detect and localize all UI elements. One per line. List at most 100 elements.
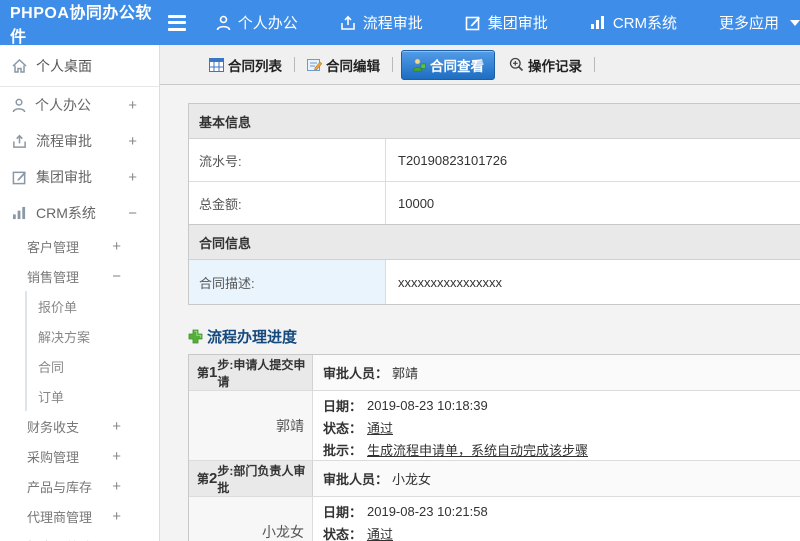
step-header-row: 第 1 步:申请人提交申请 审批人员： 郭靖 bbox=[189, 355, 800, 391]
sidebar-item-personal-office[interactable]: 个人办公 + bbox=[0, 87, 159, 123]
basic-info-table: 基本信息 流水号: T20190823101726 总金额: 10000 bbox=[188, 103, 800, 225]
collapse-icon[interactable]: − bbox=[128, 205, 137, 222]
sidebar-item-reports[interactable]: 报表与统计 bbox=[0, 531, 159, 541]
basic-info-header: 基本信息 bbox=[189, 104, 800, 139]
approver-name: 小龙女 bbox=[392, 472, 432, 487]
sidebar-item-label: 个人桌面 bbox=[36, 57, 92, 74]
sidebar-item-label: 个人办公 bbox=[35, 97, 91, 113]
top-bar: PHPOA协同办公软件 个人办公 流程审批 集团审批 CRM系统 更多应用 bbox=[0, 0, 800, 46]
user-icon bbox=[12, 98, 26, 112]
tab-label: 合同列表 bbox=[228, 58, 282, 74]
tab-contract-list[interactable]: 合同列表 bbox=[205, 51, 286, 79]
approver-name-cell: 小龙女 bbox=[189, 497, 313, 541]
tab-separator bbox=[392, 57, 393, 72]
hamburger-menu-icon[interactable] bbox=[167, 14, 186, 31]
sidebar-item-customer-mgmt[interactable]: 客户管理 + bbox=[0, 231, 159, 261]
expand-icon[interactable]: + bbox=[128, 169, 137, 186]
expand-icon[interactable]: + bbox=[112, 418, 121, 435]
sidebar-item-label: 报价单 bbox=[38, 299, 78, 315]
approver-label: 审批人员： bbox=[323, 472, 389, 487]
edit-doc-icon bbox=[307, 58, 322, 71]
sidebar-item-solution[interactable]: 解决方案 bbox=[25, 321, 159, 351]
tab-operation-log[interactable]: 操作记录 bbox=[505, 51, 586, 79]
contract-info-table: 合同信息 合同描述: xxxxxxxxxxxxxxxx bbox=[188, 225, 800, 305]
sidebar-item-sales-mgmt[interactable]: 销售管理 − bbox=[0, 261, 159, 291]
nav-crm-system[interactable]: CRM系统 bbox=[590, 12, 677, 33]
process-table: 第 1 步:申请人提交申请 审批人员： 郭靖 郭靖 日期： 2019-08-23 10… bbox=[188, 354, 800, 541]
tab-contract-view[interactable]: 合同查看 bbox=[401, 49, 495, 80]
person-view-icon bbox=[412, 58, 426, 71]
comment-value: 生成流程申请单，系统自动完成该步骤 bbox=[367, 442, 589, 458]
expand-icon[interactable]: + bbox=[112, 238, 121, 255]
sidebar-item-label: 采购管理 bbox=[27, 449, 80, 465]
sidebar-item-label: 集团审批 bbox=[36, 169, 92, 185]
sidebar: 个人桌面 个人办公 + 流程审批 + 集团审批 + CRM系统 − 客户管理 +… bbox=[0, 45, 160, 541]
sidebar-item-label: 客户管理 bbox=[27, 239, 80, 255]
sidebar-item-group-approval[interactable]: 集团审批 + bbox=[0, 159, 159, 195]
tab-label: 操作记录 bbox=[528, 58, 582, 74]
edit-icon bbox=[12, 171, 27, 184]
nav-label: 流程审批 bbox=[362, 15, 423, 32]
contract-info-header: 合同信息 bbox=[189, 225, 800, 260]
sidebar-item-crm[interactable]: CRM系统 − bbox=[0, 195, 159, 231]
sidebar-item-label: 销售管理 bbox=[27, 269, 80, 285]
nav-workflow-approval[interactable]: 流程审批 bbox=[340, 12, 423, 33]
field-label: 总金额: bbox=[189, 182, 386, 224]
nav-group-approval[interactable]: 集团审批 bbox=[465, 12, 548, 33]
sidebar-item-contract[interactable]: 合同 bbox=[25, 351, 159, 381]
sidebar-item-label: 财务收支 bbox=[27, 419, 80, 435]
step-label: 第 2 步:部门负责人审批 bbox=[189, 461, 313, 496]
total-amount-value: 10000 bbox=[398, 195, 435, 211]
workflow-icon bbox=[13, 134, 26, 148]
sidebar-item-agents[interactable]: 代理商管理 + bbox=[0, 501, 159, 531]
comment-label: 批示： bbox=[323, 442, 363, 458]
expand-icon[interactable]: + bbox=[128, 97, 137, 114]
bar-chart-icon bbox=[12, 206, 26, 220]
step-label: 第 1 步:申请人提交申请 bbox=[189, 355, 313, 390]
step-detail-cell: 日期：2019-08-23 10:21:58 状态：通过 批示：通过 bbox=[313, 497, 800, 541]
sidebar-item-label: 报表与统计 bbox=[27, 537, 92, 541]
approver-label: 审批人员： bbox=[323, 366, 389, 381]
section-title-text: 流程办理进度 bbox=[207, 329, 298, 346]
expand-icon[interactable]: + bbox=[112, 448, 121, 465]
magnifier-plus-icon bbox=[509, 57, 524, 72]
date-value: 2019-08-23 10:21:58 bbox=[367, 503, 488, 519]
nav-personal-office[interactable]: 个人办公 bbox=[216, 12, 298, 33]
app-title: PHPOA协同办公软件 bbox=[10, 4, 152, 46]
date-value: 2019-08-23 10:18:39 bbox=[367, 397, 488, 413]
edit-icon bbox=[465, 16, 480, 30]
sidebar-item-finance[interactable]: 财务收支 + bbox=[0, 411, 159, 441]
expand-icon[interactable]: + bbox=[128, 133, 137, 150]
tab-contract-edit[interactable]: 合同编辑 bbox=[303, 51, 384, 79]
sidebar-item-workflow-approval[interactable]: 流程审批 + bbox=[0, 123, 159, 159]
sidebar-item-order[interactable]: 订单 bbox=[25, 381, 159, 411]
home-icon bbox=[12, 58, 27, 73]
nav-more-apps[interactable]: 更多应用 bbox=[719, 12, 800, 33]
table-row: 合同描述: xxxxxxxxxxxxxxxx bbox=[189, 260, 800, 304]
table-row: 流水号: T20190823101726 bbox=[189, 139, 800, 182]
step-detail-row: 郭靖 日期： 2019-08-23 10:18:39 状态： 通过 批示： 生成流程申… bbox=[189, 391, 800, 461]
status-label: 状态： bbox=[323, 526, 363, 541]
approver-cell: 审批人员： 郭靖 bbox=[313, 355, 800, 390]
field-label: 合同描述: bbox=[189, 260, 386, 304]
tab-separator bbox=[594, 57, 595, 72]
nav-label: 个人办公 bbox=[237, 15, 298, 32]
expand-icon[interactable]: + bbox=[112, 508, 121, 525]
sidebar-item-desktop[interactable]: 个人桌面 bbox=[0, 45, 159, 87]
status-value: 通过 bbox=[367, 420, 394, 436]
sidebar-item-purchase[interactable]: 采购管理 + bbox=[0, 441, 159, 471]
table-icon bbox=[209, 57, 224, 72]
sidebar-item-label: 代理商管理 bbox=[27, 509, 93, 525]
approver-name: 郭靖 bbox=[392, 366, 419, 381]
step-header-row: 第 2 步:部门负责人审批 审批人员： 小龙女 bbox=[189, 461, 800, 497]
step-detail-cell: 日期： 2019-08-23 10:18:39 状态： 通过 批示： 生成流程申请单，… bbox=[313, 391, 800, 460]
expand-icon[interactable]: + bbox=[112, 478, 121, 495]
sidebar-item-quotation[interactable]: 报价单 bbox=[25, 291, 159, 321]
sidebar-item-label: 流程审批 bbox=[36, 133, 92, 149]
sidebar-item-label: 合同 bbox=[38, 359, 65, 375]
collapse-icon[interactable]: − bbox=[112, 268, 121, 285]
tab-label: 合同查看 bbox=[430, 58, 484, 74]
sidebar-item-products[interactable]: 产品与库存 + bbox=[0, 471, 159, 501]
status-value: 通过 bbox=[367, 526, 394, 541]
process-section-title: 流程办理进度 bbox=[188, 326, 800, 347]
